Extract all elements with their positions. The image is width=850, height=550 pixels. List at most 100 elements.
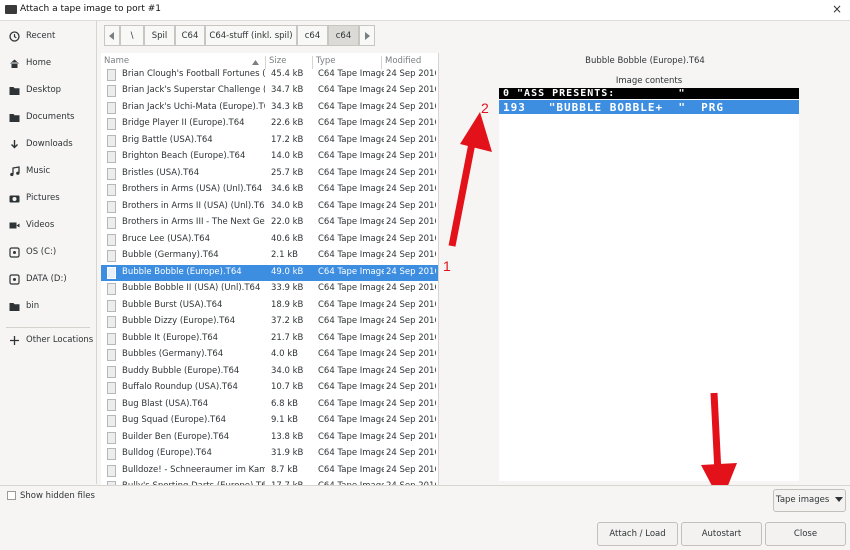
sidebar-item-home[interactable]: Home — [0, 53, 96, 75]
file-size: 49.0 kB — [271, 266, 304, 277]
clock-icon — [9, 31, 20, 42]
file-name: Bubble Bobble (Europe).T64 — [122, 266, 242, 277]
file-size: 34.0 kB — [271, 365, 304, 376]
file-row[interactable]: Bubble Bobble II (USA) (Unl).T64 33.9 kB C… — [101, 281, 438, 298]
sidebar-item-videos[interactable]: Videos — [0, 215, 96, 237]
file-name: Bubble Bobble II (USA) (Unl).T64 — [122, 283, 261, 293]
file-row[interactable]: Bulldoze! - Schneeraumer im Kampf... 8.7 … — [101, 463, 438, 480]
file-icon — [107, 151, 116, 163]
path-crumb-c64-stuff[interactable]: C64-stuff (inkl. spil) — [205, 25, 297, 46]
sidebar-item-label: Videos — [26, 220, 55, 230]
file-name: Brothers in Arms (USA) (Unl).T64 — [122, 184, 263, 194]
file-type: C64 Tape Image — [318, 431, 384, 442]
file-modified: 24 Sep 2016 — [386, 151, 436, 161]
sidebar-item-documents[interactable]: Documents — [0, 107, 96, 129]
sidebar-item-bin[interactable]: bin — [0, 296, 96, 318]
file-list[interactable]: Name Size Type Modified Brian Clough's F… — [101, 53, 439, 485]
file-row[interactable]: Bubble Bobble (Europe).T64 49.0 kB C64 Tap… — [101, 264, 438, 281]
file-size: 40.6 kB — [271, 233, 304, 244]
file-row[interactable]: Bug Blast (USA).T64 6.8 kB C64 Tape Image 2… — [101, 397, 438, 414]
file-row[interactable]: Brian Clough's Football Fortunes (E... 45… — [101, 67, 438, 84]
file-row[interactable]: Bubbles (Germany).T64 4.0 kB C64 Tape Imag… — [101, 347, 438, 364]
file-row[interactable]: Bubble Dizzy (Europe).T64 37.2 kB C64 Tape… — [101, 314, 438, 331]
attach-load-button[interactable]: Attach / Load — [597, 522, 678, 546]
sidebar-item-label: Music — [26, 166, 51, 176]
column-header-type[interactable]: Type — [316, 56, 336, 66]
file-name: Buffalo Roundup (USA).T64 — [122, 382, 238, 392]
annotation-step-1: 1 — [443, 258, 451, 274]
column-header-size[interactable]: Size — [269, 56, 286, 66]
path-crumb-root[interactable]: \ — [120, 25, 144, 46]
download-icon — [11, 140, 18, 149]
file-row[interactable]: Bulldog (Europe).T64 31.9 kB C64 Tape Imag… — [101, 446, 438, 463]
file-icon — [107, 68, 116, 81]
path-crumb-spil[interactable]: Spil — [144, 25, 175, 46]
file-row[interactable]: Brighton Beach (Europe).T64 14.0 kB C64 Ta… — [101, 149, 438, 166]
file-icon — [107, 349, 116, 361]
sidebar-item-label: Other Locations — [26, 335, 94, 345]
file-row[interactable]: Bug Squad (Europe).T64 9.1 kB C64 Tape Ima… — [101, 413, 438, 430]
video-icon — [9, 222, 20, 229]
file-row[interactable]: Bridge Player II (Europe).T64 22.6 kB C64 … — [101, 116, 438, 133]
file-type: C64 Tape Image — [318, 365, 384, 376]
listing-entry-selected[interactable]: 193 "BUBBLE BOBBLE+ " PRG — [499, 100, 799, 114]
sidebar-item-data-d[interactable]: DATA (D:) — [0, 269, 96, 291]
chevron-down-icon — [834, 497, 843, 502]
plus-icon — [10, 336, 19, 345]
path-crumb-c64-current[interactable]: c64 — [328, 25, 359, 46]
autostart-button[interactable]: Autostart — [681, 522, 762, 546]
show-hidden-checkbox[interactable] — [7, 491, 16, 500]
path-back-button[interactable] — [104, 25, 120, 46]
sidebar-item-os-c[interactable]: OS (C:) — [0, 242, 96, 264]
file-modified: 24 Sep 2016 — [386, 349, 436, 359]
file-filter-dropdown[interactable]: Tape images — [773, 489, 846, 512]
file-name: Bubble (Germany).T64 — [122, 250, 219, 260]
file-row[interactable]: Brothers in Arms (USA) (Unl).T64 34.6 kB C… — [101, 182, 438, 199]
file-row[interactable]: Bubble (Germany).T64 2.1 kB C64 Tape Image… — [101, 248, 438, 265]
file-modified: 24 Sep 2016 — [386, 299, 436, 310]
file-name: Bubbles (Germany).T64 — [122, 349, 224, 359]
file-icon — [107, 316, 116, 328]
file-type: C64 Tape Image — [318, 134, 384, 145]
file-modified: 24 Sep 2016 — [386, 316, 436, 326]
file-size: 34.0 kB — [271, 200, 304, 211]
file-row[interactable]: Brian Jack's Uchi-Mata (Europe).T64 34.3 … — [101, 100, 438, 117]
file-row[interactable]: Builder Ben (Europe).T64 13.8 kB C64 Tape … — [101, 430, 438, 447]
file-row[interactable]: Bristles (USA).T64 25.7 kB C64 Tape Image 2… — [101, 166, 438, 183]
sidebar-item-downloads[interactable]: Downloads — [0, 134, 96, 156]
sidebar-item-other-locations[interactable]: Other Locations — [0, 330, 96, 352]
sidebar-item-desktop[interactable]: Desktop — [0, 80, 96, 102]
file-row[interactable]: Bruce Lee (USA).T64 40.6 kB C64 Tape Image… — [101, 232, 438, 249]
file-modified: 24 Sep 2016 — [386, 184, 436, 194]
image-contents-listing[interactable]: 0 "ASS PRESENTS: " 193 "BUBBLE BOBBLE+ "… — [499, 88, 799, 481]
sidebar-item-music[interactable]: Music — [0, 161, 96, 183]
file-row[interactable]: Buffalo Roundup (USA).T64 10.7 kB C64 Tape… — [101, 380, 438, 397]
file-row[interactable]: Brothers in Arms II (USA) (Unl).T64 34.0 … — [101, 199, 438, 216]
file-name: Brothers in Arms II (USA) (Unl).T64 — [122, 200, 265, 211]
sidebar-divider — [6, 327, 90, 328]
column-header-name[interactable]: Name — [104, 56, 129, 66]
file-row[interactable]: Bubble It (Europe).T64 21.7 kB C64 Tape Im… — [101, 331, 438, 348]
path-crumb-c64-sub[interactable]: c64 — [297, 25, 328, 46]
path-crumb-c64[interactable]: C64 — [175, 25, 205, 46]
file-row[interactable]: Bubble Burst (USA).T64 18.9 kB C64 Tape Im… — [101, 298, 438, 315]
sidebar-item-pictures[interactable]: Pictures — [0, 188, 96, 210]
camera-icon — [9, 195, 20, 203]
close-button[interactable]: Close — [765, 522, 846, 546]
file-row[interactable]: Buddy Bubble (Europe).T64 34.0 kB C64 Tape… — [101, 364, 438, 381]
file-row[interactable]: Brothers in Arms III - The Next Gene... 2… — [101, 215, 438, 232]
file-size: 37.2 kB — [271, 316, 304, 326]
path-forward-button[interactable] — [359, 25, 375, 46]
file-row[interactable]: Brig Battle (USA).T64 17.2 kB C64 Tape Ima… — [101, 133, 438, 150]
file-name: Builder Ben (Europe).T64 — [122, 431, 230, 442]
file-type: C64 Tape Image — [318, 118, 384, 128]
file-row[interactable]: Brian Jack's Superstar Challenge (Eu... 3… — [101, 83, 438, 100]
column-header-modified[interactable]: Modified — [385, 56, 421, 66]
file-name: Buddy Bubble (Europe).T64 — [122, 365, 240, 376]
sidebar-item-recent[interactable]: Recent — [0, 26, 96, 48]
file-modified: 24 Sep 2016 — [386, 68, 436, 79]
file-icon — [107, 382, 116, 394]
close-icon[interactable]: × — [832, 2, 842, 16]
file-size: 22.6 kB — [271, 118, 304, 128]
image-contents-label: Image contents — [615, 76, 683, 86]
